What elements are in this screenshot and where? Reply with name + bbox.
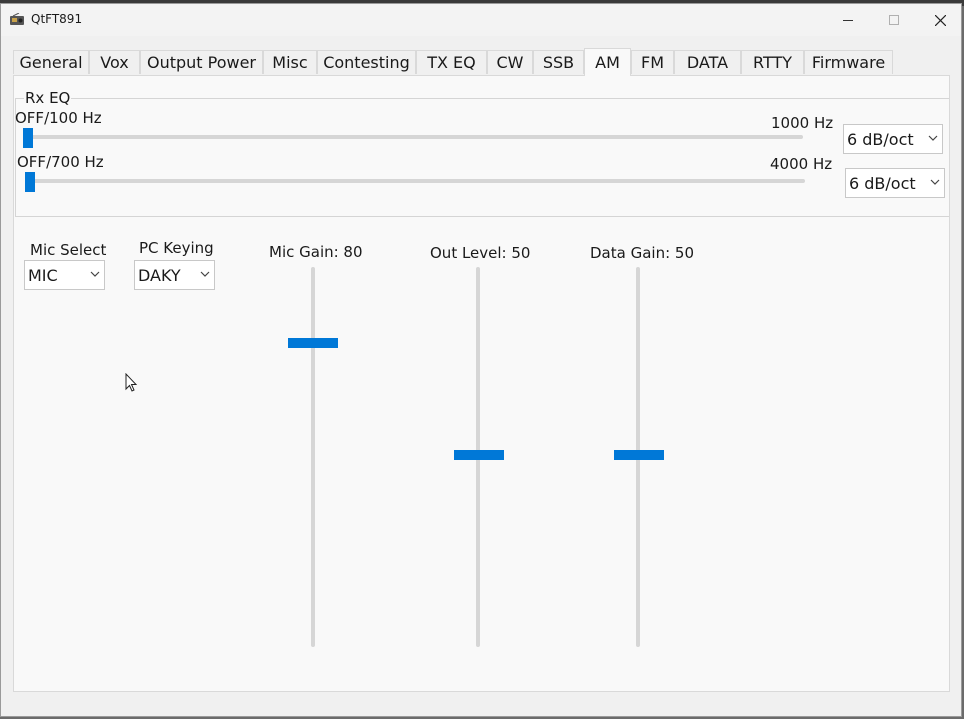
mic-gain-label: Mic Gain: 80: [269, 243, 363, 261]
mic-select-dropdown[interactable]: MIC: [24, 260, 105, 290]
title-bar[interactable]: QtFT891: [1, 4, 961, 36]
mic-select-label: Mic Select: [30, 241, 107, 259]
minimize-button[interactable]: [825, 4, 871, 36]
tab-label: RTTY: [753, 53, 792, 72]
tab-label: Firmware: [811, 53, 886, 72]
rx-eq-low-max-label: 1000 Hz: [771, 114, 834, 132]
tab-label: AM: [595, 53, 620, 72]
tab-label: FM: [640, 53, 664, 72]
rx-eq-title: Rx EQ: [24, 89, 72, 107]
tab-output-power[interactable]: Output Power: [140, 50, 263, 74]
pc-keying-dropdown[interactable]: DAKY: [134, 260, 215, 290]
rx-eq-high-slope-value: 6 dB/oct: [849, 174, 916, 193]
app-window: QtFT891 General Vox Output Power Misc Co…: [0, 3, 962, 717]
maximize-icon: [889, 15, 899, 25]
tab-label: Vox: [100, 53, 129, 72]
tab-label: Contesting: [323, 53, 410, 72]
am-tab-panel: Rx EQ OFF/100 Hz 1000 Hz 6 dB/oct OFF/70…: [13, 75, 950, 692]
tab-misc[interactable]: Misc: [263, 50, 317, 74]
tab-rtty[interactable]: RTTY: [741, 50, 804, 74]
out-level-slider-handle[interactable]: [454, 450, 504, 460]
tab-label: General: [19, 53, 83, 72]
rx-eq-high-max-label: 4000 Hz: [770, 155, 833, 173]
tab-fm[interactable]: FM: [631, 50, 674, 74]
minimize-icon: [843, 20, 853, 21]
tab-vox[interactable]: Vox: [89, 50, 140, 74]
rx-eq-high-slope-select[interactable]: 6 dB/oct: [845, 168, 945, 198]
out-level-label: Out Level: 50: [430, 244, 531, 262]
tab-tx-eq[interactable]: TX EQ: [416, 50, 487, 74]
tab-am[interactable]: AM: [584, 48, 631, 76]
tab-label: TX EQ: [427, 53, 476, 72]
rx-eq-low-slope-select[interactable]: 6 dB/oct: [843, 124, 943, 154]
close-button[interactable]: [917, 4, 963, 36]
data-gain-slider-handle[interactable]: [614, 450, 664, 460]
window-title: QtFT891: [31, 12, 83, 26]
rx-eq-low-slope-value: 6 dB/oct: [847, 130, 914, 149]
tab-cw[interactable]: CW: [487, 50, 533, 74]
maximize-button[interactable]: [871, 4, 917, 36]
chevron-down-icon: [930, 179, 940, 185]
tab-ssb[interactable]: SSB: [533, 50, 584, 74]
rx-eq-low-slider-handle[interactable]: [23, 128, 33, 148]
chevron-down-icon: [928, 135, 938, 141]
rx-eq-low-slider-track[interactable]: [23, 135, 803, 139]
tab-label: DATA: [686, 53, 729, 72]
tab-bar: General Vox Output Power Misc Contesting…: [13, 48, 953, 76]
data-gain-label: Data Gain: 50: [590, 244, 694, 262]
mouse-pointer-icon: [125, 373, 138, 392]
chevron-down-icon: [200, 271, 210, 277]
rx-eq-high-slider-handle[interactable]: [25, 172, 35, 192]
close-icon: [934, 14, 946, 26]
chevron-down-icon: [90, 271, 100, 277]
tab-label: SSB: [542, 53, 575, 72]
rx-eq-high-min-label: OFF/700 Hz: [17, 153, 104, 171]
mic-select-value: MIC: [28, 266, 58, 285]
mic-gain-slider-handle[interactable]: [288, 338, 338, 348]
tab-contesting[interactable]: Contesting: [317, 50, 416, 74]
tab-label: CW: [496, 53, 524, 72]
tab-label: Output Power: [146, 53, 257, 72]
radio-app-icon: [10, 13, 24, 25]
tab-data[interactable]: DATA: [674, 50, 741, 74]
pc-keying-value: DAKY: [138, 266, 181, 285]
rx-eq-low-min-label: OFF/100 Hz: [15, 109, 102, 127]
pc-keying-label: PC Keying: [139, 239, 214, 257]
rx-eq-high-slider-track[interactable]: [25, 179, 805, 183]
tab-general[interactable]: General: [13, 50, 89, 74]
tab-label: Misc: [272, 53, 308, 72]
tab-firmware[interactable]: Firmware: [804, 50, 893, 74]
mic-gain-slider-track[interactable]: [311, 267, 315, 647]
